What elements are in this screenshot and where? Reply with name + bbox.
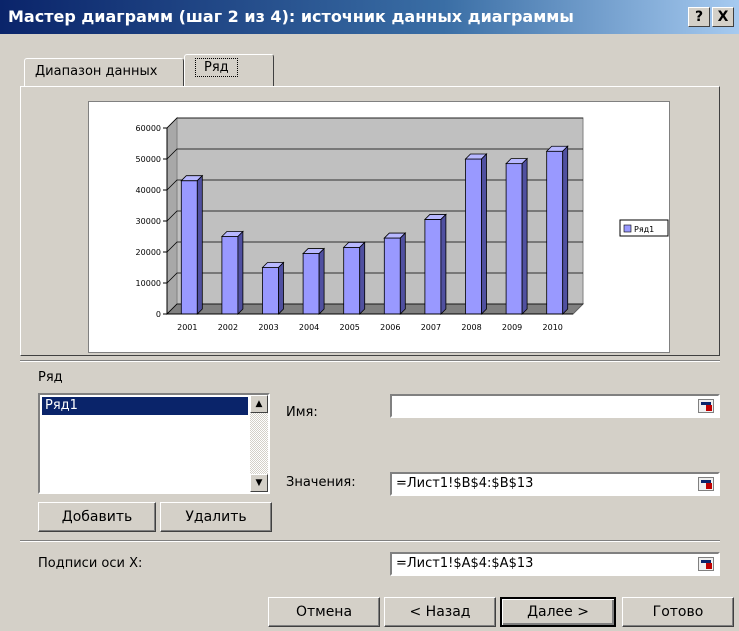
chart-bar [302,253,320,315]
series-list-item[interactable]: Ряд1 [42,397,248,415]
chart-legend-label: Ряд1 [634,225,654,234]
collapse-dialog-icon[interactable] [698,557,714,571]
chart-bar-side [196,174,203,315]
chart-x-tick-label: 2008 [461,323,481,332]
x-labels-label: Подписи оси X: [38,556,143,571]
series-listbox[interactable]: Ряд1 ▲ ▼ [38,393,270,494]
chart-bar [424,219,442,315]
window-title: Мастер диаграмм (шаг 2 из 4): источник д… [8,7,574,26]
chart-x-tick-label: 2006 [380,323,400,332]
tab-data-range[interactable]: Диапазон данных [24,58,184,86]
chart-y-tick-label: 60000 [136,124,161,133]
chart-bar-side [318,247,325,315]
chart-bar [505,163,523,315]
finish-button[interactable]: Готово [622,597,734,627]
values-label: Значения: [286,475,356,490]
values-field[interactable]: =Лист1!$B$4:$B$13 [390,472,720,496]
chart-preview: 0 10000 20000 30000 40000 50000 60000 2001 2002 2… [88,101,670,353]
tab-series-label: Ряд [195,58,238,77]
x-labels-value: =Лист1!$A$4:$A$13 [396,556,534,571]
chart-x-tick-label: 2003 [258,323,278,332]
chart-y-tick-label: 40000 [136,186,161,195]
chart-y-tick-label: 50000 [136,155,161,164]
tab-data-range-label: Диапазон данных [35,64,158,79]
chart-legend-swatch [623,224,632,233]
chart-x-tick-label: 2009 [502,323,522,332]
close-button[interactable]: X [712,7,734,27]
chart-bar-side [481,153,487,315]
chart-svg: 0 10000 20000 30000 40000 50000 60000 2001 2002 2… [136,116,669,332]
values-value: =Лист1!$B$4:$B$13 [396,476,534,491]
chart-y-tick-label: 30000 [136,217,161,226]
chart-bar [262,267,279,315]
chart-bar-side [237,230,244,315]
chart-x-tick-label: 2001 [177,323,197,332]
chart-bar [465,158,482,315]
back-button[interactable]: < Назад [384,597,496,627]
collapse-dialog-icon[interactable] [698,477,714,491]
chart-x-tick-label: 2007 [421,323,441,332]
chart-bar [180,180,198,315]
collapse-dialog-icon[interactable] [698,399,714,413]
chart-bar-side [399,232,406,315]
next-button[interactable]: Далее > [500,597,616,627]
help-button[interactable]: ? [688,7,710,27]
chart-bar-side [278,261,284,315]
chart-x-tick-label: 2004 [299,323,319,332]
remove-series-button[interactable]: Удалить [160,502,272,532]
chart-x-tick-label: 2005 [340,323,360,332]
chart-y-tick-label: 20000 [136,248,161,257]
tab-series[interactable]: Ряд [184,54,274,86]
chart-y-tick-label: 10000 [136,279,161,288]
x-labels-field[interactable]: =Лист1!$A$4:$A$13 [390,552,720,576]
chart-bar [383,237,401,315]
name-field[interactable] [390,394,720,418]
chart-bar [546,150,564,315]
chart-bar-side [521,157,528,315]
cancel-button[interactable]: Отмена [268,597,380,627]
chart-bar [343,246,361,315]
vertical-scrollbar[interactable]: ▲ ▼ [250,395,268,492]
chart-x-tick-label: 2002 [218,323,238,332]
chart-x-tick-label: 2010 [543,323,563,332]
series-section-label: Ряд [38,370,63,385]
scroll-down-icon[interactable]: ▼ [250,474,268,492]
chart-bar-side [562,145,569,315]
scroll-up-icon[interactable]: ▲ [250,395,268,413]
chart-y-tick-label: 0 [156,310,161,319]
chart-bar-side [440,213,447,315]
chart-bar [221,236,239,315]
divider [20,360,720,362]
name-label: Имя: [286,405,318,420]
add-series-button[interactable]: Добавить [38,502,156,532]
chart-bar-side [359,241,366,315]
title-bar: Мастер диаграмм (шаг 2 из 4): источник д… [0,0,739,34]
divider [20,540,720,542]
